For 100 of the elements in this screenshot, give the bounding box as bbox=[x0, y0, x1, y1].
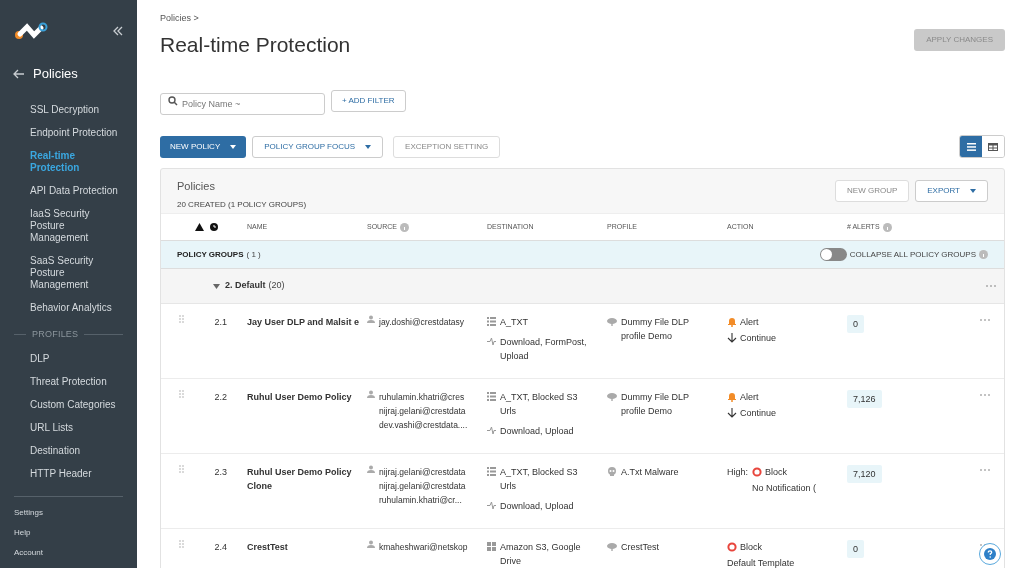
source-user: nijraj.gelani@crestdata bbox=[379, 480, 466, 493]
alert-count[interactable]: 0 bbox=[847, 315, 864, 333]
export-button[interactable]: EXPORT bbox=[915, 180, 988, 202]
new-policy-button[interactable]: NEW POLICY bbox=[160, 135, 247, 158]
footer-link[interactable]: Account bbox=[14, 547, 123, 559]
policy-name[interactable]: Jay User DLP and Malsit e bbox=[247, 315, 361, 329]
exception-setting-button[interactable]: EXCEPTION SETTING bbox=[393, 135, 501, 158]
search-field[interactable]: Policy Name ~ bbox=[160, 93, 325, 115]
source-user: nijraj.gelani@crestdata bbox=[379, 466, 466, 479]
cloud-icon bbox=[607, 392, 617, 401]
bell-icon bbox=[727, 317, 737, 327]
severity-label: High: bbox=[727, 466, 748, 479]
sidebar-item[interactable]: HTTP Header bbox=[30, 468, 131, 480]
drag-handle-icon bbox=[179, 315, 184, 323]
sidebar-item[interactable]: SaaS Security Posture Management bbox=[30, 254, 123, 291]
footer-link[interactable]: Help bbox=[14, 527, 123, 539]
groups-label: POLICY GROUPS bbox=[177, 248, 244, 261]
drag-handle-icon bbox=[179, 390, 184, 398]
sidebar-item[interactable]: API Data Protection bbox=[30, 184, 123, 197]
panel-subtitle: 20 CREATED (1 POLICY GROUPS) bbox=[177, 198, 307, 211]
user-icon bbox=[367, 540, 375, 548]
action-text: Continue bbox=[740, 407, 777, 420]
profile-name[interactable]: A.Txt Malware bbox=[621, 465, 679, 528]
activity-text: Download, Upload bbox=[500, 500, 574, 513]
policy-group-focus-button[interactable]: POLICY GROUP FOCUS bbox=[252, 135, 384, 158]
warning-icon bbox=[195, 223, 204, 231]
clock-icon bbox=[210, 223, 218, 231]
user-icon bbox=[367, 315, 375, 323]
profile-name[interactable]: Dummy File DLP profile Demo bbox=[621, 390, 715, 453]
destination-text: A_TXT, Blocked S3 Urls bbox=[500, 466, 579, 493]
caret-icon bbox=[365, 144, 372, 149]
group-count: (20) bbox=[268, 279, 285, 293]
sidebar-item[interactable]: URL Lists bbox=[30, 422, 131, 434]
logo-icon bbox=[14, 22, 48, 40]
caret-icon bbox=[230, 144, 237, 149]
breadcrumb[interactable]: Policies > bbox=[160, 12, 351, 26]
profile-name[interactable]: CrestTest bbox=[621, 540, 659, 568]
list-icon bbox=[966, 142, 976, 151]
action-text: Continue bbox=[740, 332, 777, 345]
block-icon bbox=[752, 467, 762, 477]
new-group-button[interactable]: NEW GROUP bbox=[835, 180, 910, 202]
source-user: nijraj.gelani@crestdata bbox=[379, 405, 467, 418]
action-text: Alert bbox=[740, 316, 759, 329]
source-user: ruhulamin.khatri@cr... bbox=[379, 494, 463, 507]
user-icon bbox=[367, 465, 375, 473]
section-heading: PROFILES bbox=[32, 327, 79, 341]
caret-icon bbox=[970, 189, 976, 193]
policy-name[interactable]: Ruhul User Demo Policy bbox=[247, 390, 361, 404]
sidebar-item[interactable]: IaaS Security Posture Management bbox=[30, 207, 123, 244]
grid-icon bbox=[487, 542, 496, 551]
action-text: Default Template bbox=[727, 557, 795, 568]
policy-number: 2.4 bbox=[214, 541, 227, 554]
back-arrow-icon[interactable] bbox=[13, 68, 25, 79]
info-icon bbox=[979, 250, 988, 259]
list-icon bbox=[487, 392, 496, 401]
activity-text: Download, Upload bbox=[500, 425, 574, 438]
sidebar-item[interactable]: Endpoint Protection bbox=[30, 126, 123, 139]
sidebar-item[interactable]: Custom Categories bbox=[30, 399, 131, 411]
collapse-icon[interactable] bbox=[113, 26, 123, 36]
help-icon bbox=[984, 548, 996, 560]
activity-text: Download, FormPost, Upload bbox=[500, 336, 588, 363]
alert-count[interactable]: 0 bbox=[847, 540, 864, 558]
sidebar-item[interactable]: Real-time Protection bbox=[30, 149, 123, 174]
source-user: dev.vashi@crestdata.... bbox=[379, 419, 468, 432]
policy-name[interactable]: Ruhul User Demo Policy Clone bbox=[247, 465, 361, 493]
table-icon bbox=[988, 142, 998, 151]
footer-link[interactable]: Settings bbox=[14, 507, 123, 519]
alert-count[interactable]: 7,120 bbox=[847, 465, 882, 483]
profile-name[interactable]: Dummy File DLP profile Demo bbox=[621, 315, 715, 378]
sidebar-item[interactable]: DLP bbox=[30, 353, 131, 365]
down-arrow-icon bbox=[727, 333, 737, 343]
collapse-toggle[interactable] bbox=[819, 248, 847, 261]
activity-icon bbox=[487, 426, 496, 435]
action-text: Block bbox=[765, 466, 788, 479]
sidebar-item[interactable]: SSL Decryption bbox=[30, 103, 123, 116]
skull-icon bbox=[607, 467, 617, 476]
expand-caret-icon[interactable] bbox=[213, 283, 220, 289]
action-text: No Notification ( bbox=[752, 482, 817, 495]
collapse-label: COLLAPSE ALL POLICY GROUPS bbox=[849, 248, 976, 261]
list-icon bbox=[487, 467, 496, 476]
destination-text: A_TXT bbox=[500, 316, 528, 329]
activity-icon bbox=[487, 337, 496, 346]
info-icon bbox=[399, 222, 409, 232]
alert-count[interactable]: 7,126 bbox=[847, 390, 882, 408]
bell-icon bbox=[727, 392, 737, 402]
add-filter-button[interactable]: + ADD FILTER bbox=[331, 90, 406, 112]
list-icon bbox=[487, 317, 496, 326]
source-user: kmaheshwari@netskop bbox=[379, 541, 468, 554]
user-icon bbox=[367, 390, 375, 398]
activity-icon bbox=[487, 501, 496, 510]
sidebar-item[interactable]: Behavior Analytics bbox=[30, 301, 123, 314]
block-icon bbox=[727, 542, 737, 552]
drag-handle-icon bbox=[179, 465, 184, 473]
panel-title: Policies bbox=[177, 179, 216, 194]
page-title: Real-time Protection bbox=[160, 31, 351, 58]
sidebar-item[interactable]: Destination bbox=[30, 445, 131, 457]
list-view-button[interactable] bbox=[960, 136, 982, 157]
policy-name[interactable]: CrestTest bbox=[247, 540, 361, 554]
cloud-icon bbox=[607, 317, 617, 326]
sidebar-item[interactable]: Threat Protection bbox=[30, 376, 131, 388]
